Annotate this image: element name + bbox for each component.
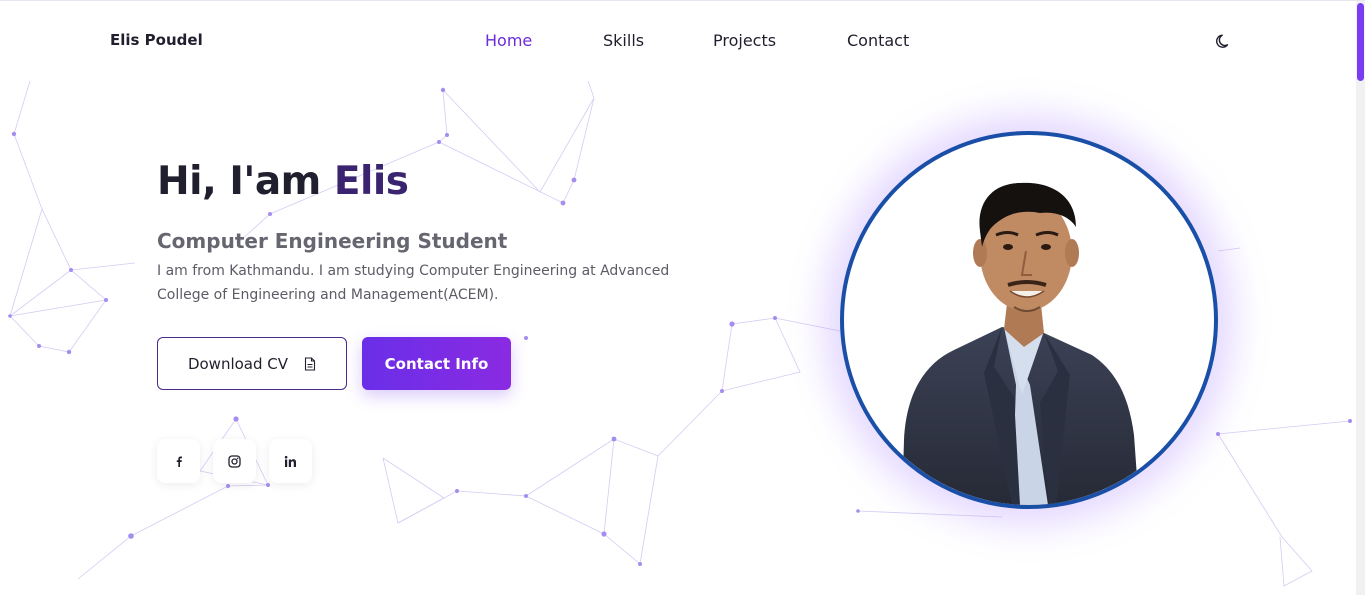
hero-buttons: Download CV Contact Info — [157, 337, 537, 390]
facebook-icon — [176, 456, 182, 467]
hero-subtitle: Computer Engineering Student — [157, 229, 508, 253]
hero-greeting: Hi, I'am Elis — [157, 156, 717, 208]
download-cv-label: Download CV — [187, 354, 289, 373]
hero-section: Hi, I'am Elis Computer Engineering Stude… — [157, 156, 717, 307]
page-scrollbar[interactable] — [1356, 1, 1365, 595]
greeting-name: Elis — [333, 159, 409, 204]
scrollbar-thumb[interactable] — [1357, 3, 1364, 81]
nav-link-home[interactable]: Home — [485, 31, 532, 50]
instagram-link[interactable] — [213, 439, 256, 483]
profile-photo — [902, 182, 1139, 505]
theme-toggle-button[interactable] — [1214, 31, 1234, 51]
nav-link-projects[interactable]: Projects — [713, 31, 776, 50]
facebook-link[interactable] — [157, 439, 200, 483]
social-links — [157, 439, 317, 483]
nav-links: Home Skills Projects Contact — [0, 31, 1356, 53]
linkedin-icon — [284, 455, 296, 467]
moon-icon — [1216, 34, 1229, 48]
hero-bio: I am from Kathmandu. I am studying Compu… — [157, 263, 670, 303]
navbar: Elis Poudel Home Skills Projects Contact — [0, 1, 1356, 81]
greeting-prefix: Hi, I'am — [157, 159, 334, 204]
nav-link-contact[interactable]: Contact — [847, 31, 909, 50]
instagram-icon — [228, 454, 241, 468]
contact-info-button[interactable]: Contact Info — [362, 337, 511, 390]
nav-link-skills[interactable]: Skills — [603, 31, 644, 50]
document-icon — [304, 356, 316, 371]
profile-photo-frame — [840, 131, 1218, 509]
linkedin-link[interactable] — [269, 439, 312, 483]
download-cv-button[interactable]: Download CV — [157, 337, 347, 390]
